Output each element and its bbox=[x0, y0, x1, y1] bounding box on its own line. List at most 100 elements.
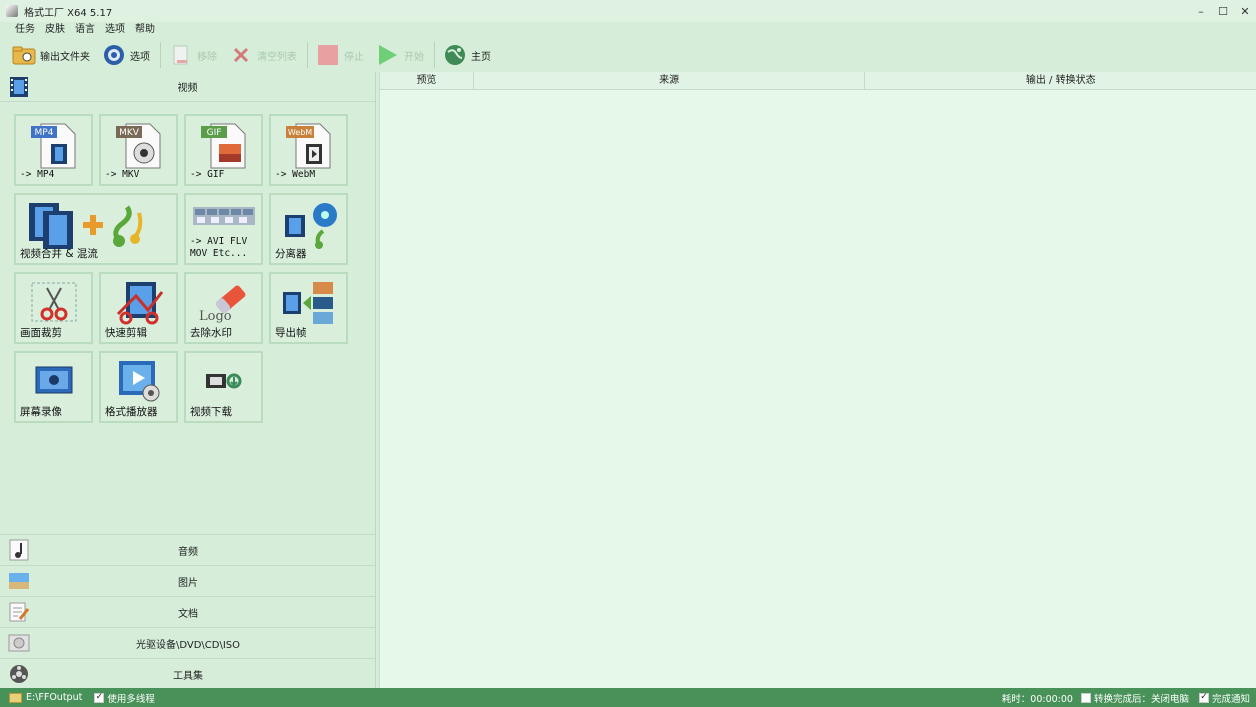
download-icon bbox=[204, 371, 244, 394]
start-label: 开始 bbox=[404, 51, 424, 63]
svg-text:MP4: MP4 bbox=[34, 128, 53, 138]
tile-label: 屏幕录像 bbox=[20, 406, 62, 418]
mp4-file-icon: MP4 bbox=[29, 122, 79, 173]
clear-list-button[interactable]: 清空列表 bbox=[227, 40, 299, 70]
toolbar-separator bbox=[160, 42, 161, 68]
mkv-file-icon: MKV bbox=[114, 122, 164, 173]
tile-video-merge-mux[interactable]: 视频合并 & 混流 bbox=[14, 193, 178, 265]
category-panel: 视频 MP4 -> MP4 MKV -> MKV GIF -> GIF WebM bbox=[0, 72, 376, 688]
close-button[interactable]: ✕ bbox=[1234, 0, 1256, 22]
multithread-label: 使用多线程 bbox=[107, 693, 155, 705]
tile-quick-clip[interactable]: 快速剪辑 bbox=[99, 272, 178, 344]
eraser-icon: Logo bbox=[197, 280, 251, 329]
gif-file-icon: GIF bbox=[199, 122, 249, 173]
home-button[interactable]: 主页 bbox=[441, 40, 493, 70]
video-tools-grid: MP4 -> MP4 MKV -> MKV GIF -> GIF WebM ->… bbox=[14, 114, 354, 424]
options-button[interactable]: 选项 bbox=[100, 40, 152, 70]
remove-document-icon bbox=[169, 43, 193, 67]
tile-label-line1: -> AVI FLV bbox=[190, 236, 248, 247]
task-list-header: 预览 来源 输出 / 转换状态 bbox=[380, 72, 1256, 90]
category-document-label: 文档 bbox=[178, 608, 198, 620]
after-convert-label: 转换完成后：关闭电脑 bbox=[1093, 693, 1189, 705]
category-picture[interactable]: 图片 bbox=[0, 565, 376, 596]
tile-to-mp4[interactable]: MP4 -> MP4 bbox=[14, 114, 93, 186]
category-audio-label: 音频 bbox=[178, 546, 198, 558]
column-source[interactable]: 来源 bbox=[474, 72, 866, 89]
formats-strip-icon bbox=[192, 207, 255, 228]
clear-list-label: 清空列表 bbox=[257, 51, 297, 63]
category-rom-device[interactable]: 光驱设备\DVD\CD\ISO bbox=[0, 627, 376, 658]
tile-export-frames[interactable]: 导出帧 bbox=[269, 272, 348, 344]
after-convert-checkbox[interactable]: ✓ bbox=[1080, 692, 1091, 703]
tile-label: 格式播放器 bbox=[105, 406, 158, 418]
clear-x-icon bbox=[229, 43, 253, 67]
output-path[interactable]: E:\FFOutput bbox=[26, 692, 82, 703]
column-preview[interactable]: 预览 bbox=[380, 72, 474, 89]
webm-file-icon: WebM bbox=[284, 122, 334, 173]
globe-icon bbox=[443, 43, 467, 67]
app-icon bbox=[6, 5, 18, 17]
svg-text:WebM: WebM bbox=[287, 128, 311, 137]
tile-to-webm[interactable]: WebM -> WebM bbox=[269, 114, 348, 186]
stop-button[interactable]: 停止 bbox=[314, 40, 366, 70]
tile-label: 画面裁剪 bbox=[20, 327, 62, 339]
crop-scissors-icon bbox=[29, 280, 79, 329]
toolbar-separator bbox=[307, 42, 308, 68]
disc-drive-icon bbox=[8, 632, 30, 654]
category-utilities-label: 工具集 bbox=[173, 670, 203, 682]
tile-label: -> MKV bbox=[105, 169, 140, 180]
maximize-button[interactable]: ☐ bbox=[1212, 0, 1234, 22]
tile-to-avi-flv-mov[interactable]: -> AVI FLV MOV Etc... bbox=[184, 193, 263, 265]
tile-to-mkv[interactable]: MKV -> MKV bbox=[99, 114, 178, 186]
tile-demuxer[interactable]: 分离器 bbox=[269, 193, 348, 265]
tile-label-line2: MOV Etc... bbox=[190, 248, 248, 259]
tile-video-download[interactable]: 视频下载 bbox=[184, 351, 263, 423]
menu-language[interactable]: 语言 bbox=[70, 22, 100, 38]
status-bar: E:\FFOutput ✓ 使用多线程 耗时：00:00:00 ✓ 转换完成后：… bbox=[0, 688, 1256, 707]
tile-crop[interactable]: 画面裁剪 bbox=[14, 272, 93, 344]
tile-label: 去除水印 bbox=[190, 327, 232, 339]
picture-icon bbox=[8, 570, 30, 592]
stop-label: 停止 bbox=[344, 51, 364, 63]
other-categories: 音频 图片 文档 光驱设备\DVD\CD\ISO 工具集 bbox=[0, 534, 376, 689]
svg-text:MKV: MKV bbox=[119, 128, 140, 138]
title-bar: 格式工厂 X64 5.17 – ☐ ✕ bbox=[0, 0, 1256, 22]
menu-task[interactable]: 任务 bbox=[10, 22, 40, 38]
remove-button[interactable]: 移除 bbox=[167, 40, 219, 70]
options-gear-icon bbox=[102, 43, 126, 67]
category-video-label: 视频 bbox=[177, 83, 198, 94]
menu-help[interactable]: 帮助 bbox=[130, 22, 160, 38]
start-button[interactable]: 开始 bbox=[374, 40, 426, 70]
status-right: 耗时：00:00:00 ✓ 转换完成后：关闭电脑 ✓ 完成通知 bbox=[1002, 688, 1250, 707]
menu-options[interactable]: 选项 bbox=[100, 22, 130, 38]
notify-label: 完成通知 bbox=[1211, 693, 1250, 705]
elapsed-time: 耗时：00:00:00 bbox=[1001, 693, 1073, 705]
output-folder-button[interactable]: 输出文件夹 bbox=[10, 40, 92, 70]
category-utilities[interactable]: 工具集 bbox=[0, 658, 376, 689]
menu-bar: 任务 皮肤 语言 选项 帮助 bbox=[0, 22, 160, 38]
tile-to-gif[interactable]: GIF -> GIF bbox=[184, 114, 263, 186]
film-icon bbox=[8, 76, 30, 98]
quick-clip-icon bbox=[112, 280, 166, 329]
menu-skin[interactable]: 皮肤 bbox=[40, 22, 70, 38]
home-label: 主页 bbox=[471, 51, 491, 63]
tile-label: 视频下载 bbox=[190, 406, 232, 418]
merge-mux-icon bbox=[23, 201, 153, 254]
notify-checkbox[interactable]: ✓ bbox=[1198, 692, 1209, 703]
tile-remove-watermark[interactable]: Logo 去除水印 bbox=[184, 272, 263, 344]
multithread-checkbox[interactable]: ✓ bbox=[94, 692, 105, 703]
tile-format-player[interactable]: 格式播放器 bbox=[99, 351, 178, 423]
category-document[interactable]: 文档 bbox=[0, 596, 376, 627]
minimize-button[interactable]: – bbox=[1190, 0, 1212, 22]
task-list[interactable]: 预览 来源 输出 / 转换状态 bbox=[379, 72, 1256, 688]
category-rom-device-label: 光驱设备\DVD\CD\ISO bbox=[135, 639, 241, 651]
remove-label: 移除 bbox=[197, 51, 217, 63]
category-video[interactable]: 视频 bbox=[0, 72, 375, 102]
tile-label: 视频合并 & 混流 bbox=[20, 248, 98, 260]
category-audio[interactable]: 音频 bbox=[0, 534, 376, 565]
tile-screen-recorder[interactable]: 屏幕录像 bbox=[14, 351, 93, 423]
column-output-status[interactable]: 输出 / 转换状态 bbox=[865, 72, 1256, 89]
output-folder-label: 输出文件夹 bbox=[40, 51, 90, 63]
tile-label: -> MP4 bbox=[20, 169, 55, 180]
toolbar-separator bbox=[434, 42, 435, 68]
